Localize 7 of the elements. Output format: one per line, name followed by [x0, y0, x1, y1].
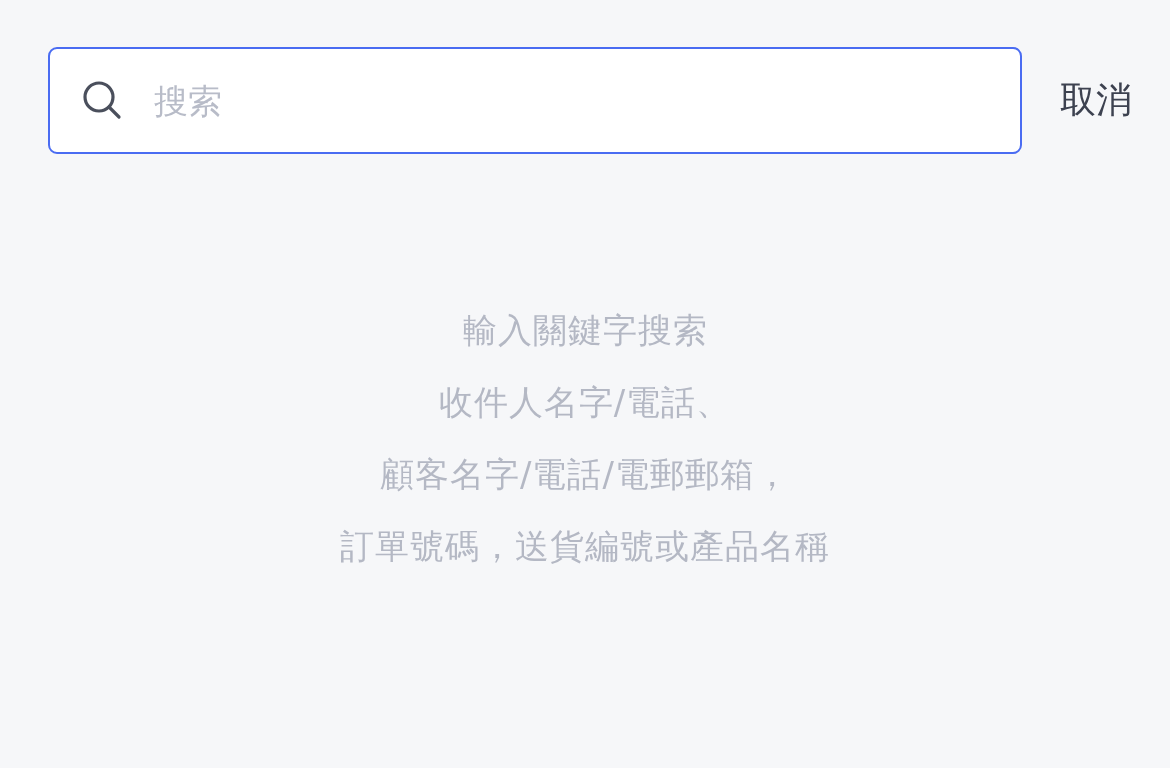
search-icon — [82, 80, 122, 120]
hint-text: 輸入關鍵字搜索 — [462, 309, 708, 352]
cancel-button[interactable]: 取消 — [1060, 76, 1132, 125]
hint-text: 顧客名字/電話/電郵郵箱， — [380, 453, 790, 496]
hint-text: 收件人名字/電話、 — [438, 381, 732, 424]
hint-text: 訂單號碼，送貨編號或產品名稱 — [340, 525, 830, 568]
search-field[interactable]: 搜索 — [48, 47, 1022, 154]
